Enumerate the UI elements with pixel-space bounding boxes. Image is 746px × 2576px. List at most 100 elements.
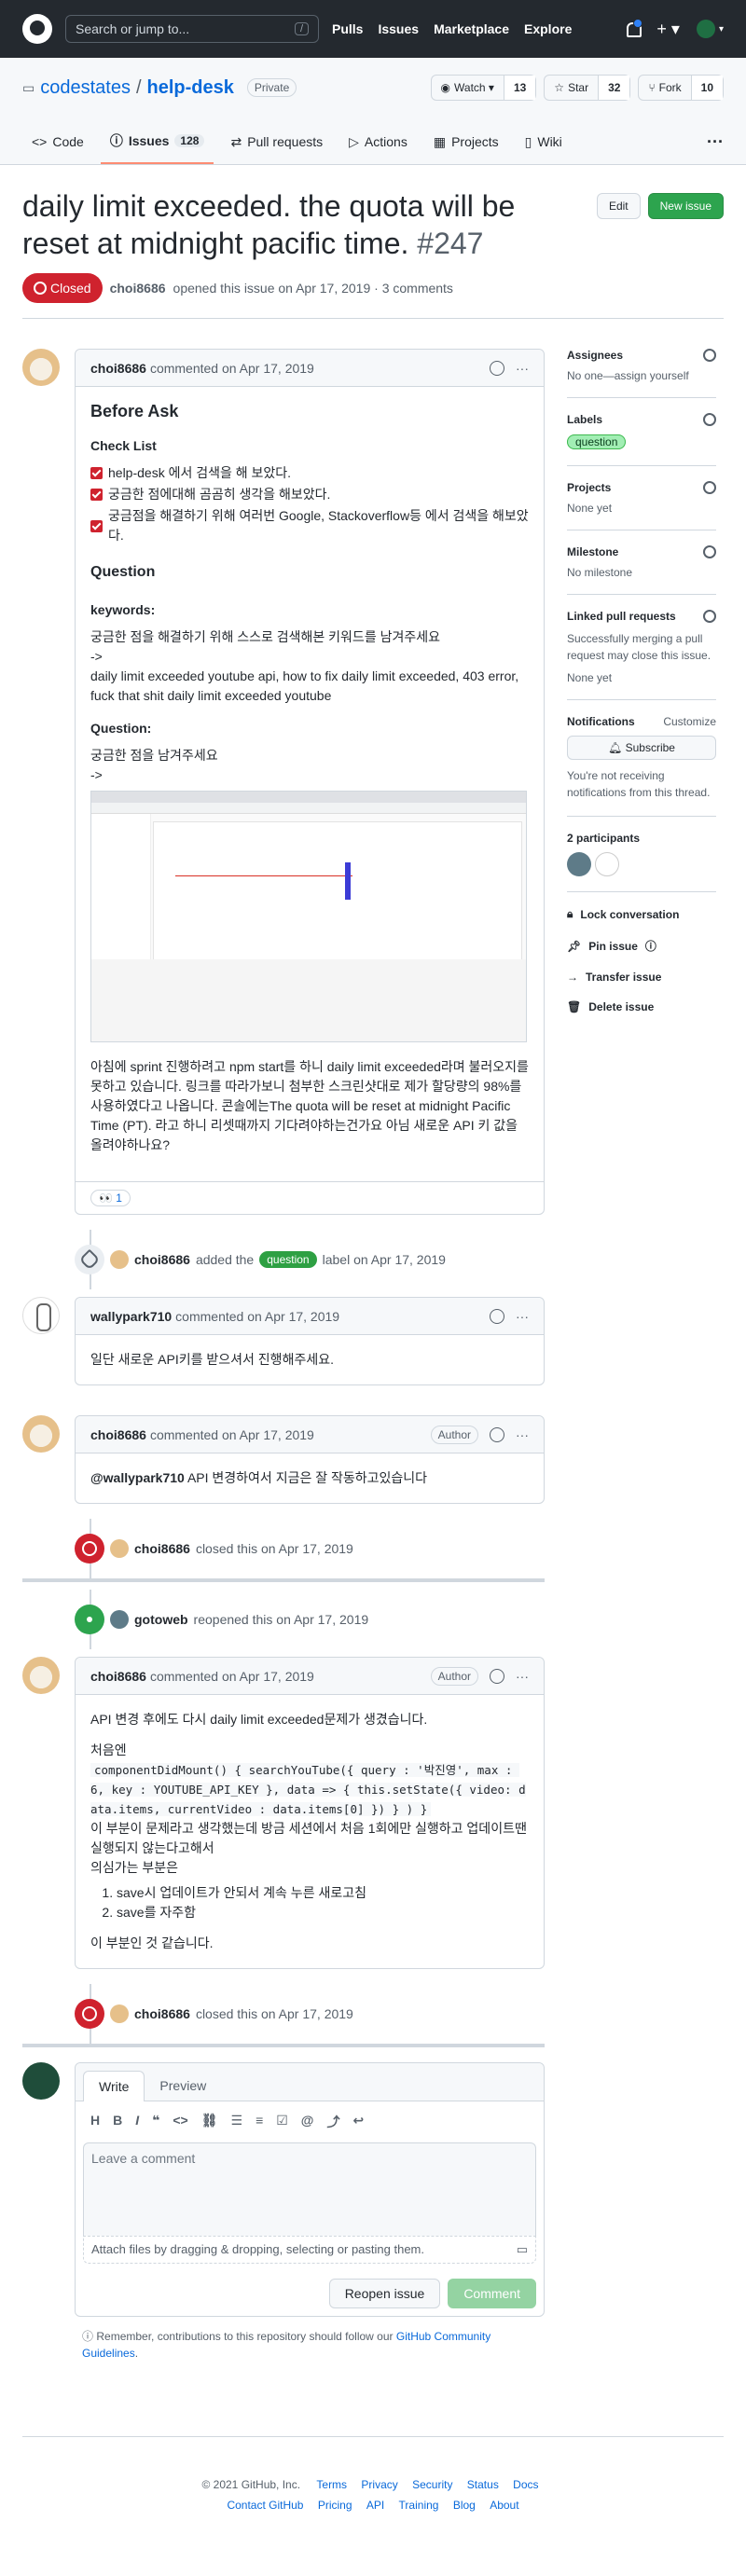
watch-button[interactable]: ◉ Watch ▾ 13 [430, 75, 537, 101]
github-logo-icon[interactable] [22, 14, 52, 44]
avatar[interactable] [22, 1657, 60, 1694]
heading-icon[interactable]: H [90, 2113, 100, 2131]
attach-files[interactable]: Attach files by dragging & dropping, sel… [83, 2236, 536, 2264]
footer-link-docs[interactable]: Docs [513, 2478, 538, 2491]
link-icon[interactable]: ⛓ [201, 2113, 218, 2131]
checkbox-checked-icon[interactable] [90, 467, 103, 479]
italic-icon[interactable]: I [135, 2113, 139, 2131]
event-author[interactable]: choi8686 [134, 1252, 190, 1267]
gear-icon[interactable] [703, 413, 716, 426]
tab-pull-requests[interactable]: ⇄ Pull requests [221, 119, 332, 164]
gear-icon[interactable] [703, 481, 716, 494]
comment-button[interactable]: Comment [448, 2279, 536, 2308]
reopen-issue-button[interactable]: Reopen issue [328, 2279, 441, 2308]
smiley-icon[interactable] [490, 360, 504, 376]
mention-icon[interactable]: @ [301, 2113, 314, 2131]
reply-icon[interactable]: ↩ [352, 2113, 364, 2131]
comment-textarea[interactable]: Leave a comment [83, 2142, 536, 2236]
kebab-menu-icon[interactable]: ··· [516, 361, 529, 376]
footer-link-security[interactable]: Security [412, 2478, 452, 2491]
gear-icon[interactable] [703, 610, 716, 623]
event-author[interactable]: choi8686 [134, 2006, 190, 2021]
label-question[interactable]: question [567, 434, 627, 449]
comment-meta[interactable]: commented on Apr 17, 2019 [150, 1427, 314, 1442]
avatar[interactable] [110, 1539, 129, 1558]
footer-link-pricing[interactable]: Pricing [318, 2499, 352, 2512]
repo-owner-link[interactable]: codestates [40, 77, 131, 99]
kebab-menu-icon[interactable]: ··· [516, 1309, 529, 1324]
avatar[interactable] [110, 1250, 129, 1269]
tab-issues[interactable]: ⓘ Issues 128 [100, 119, 214, 164]
footer-link-about[interactable]: About [490, 2499, 518, 2512]
unordered-list-icon[interactable]: ☰ [231, 2113, 243, 2131]
tab-projects[interactable]: ▦ Projects [424, 119, 508, 164]
avatar[interactable] [22, 1297, 60, 1334]
checkbox-checked-icon[interactable] [90, 489, 103, 501]
avatar[interactable] [22, 2062, 60, 2100]
star-count[interactable]: 32 [598, 76, 630, 100]
lock-conversation-link[interactable]: 🔒︎ Lock conversation [567, 907, 716, 921]
tab-code[interactable]: <> Code [22, 119, 93, 164]
nav-explore[interactable]: Explore [524, 21, 572, 36]
checkbox-checked-icon[interactable] [90, 519, 103, 532]
avatar[interactable] [595, 852, 619, 876]
repo-name-link[interactable]: help-desk [147, 77, 234, 99]
smiley-icon[interactable] [490, 1426, 504, 1442]
event-author[interactable]: gotoweb [134, 1612, 188, 1627]
comment-author[interactable]: choi8686 [90, 1427, 146, 1442]
quote-icon[interactable]: ❝ [152, 2113, 159, 2131]
delete-issue-link[interactable]: 🗑︎ Delete issue [567, 1000, 716, 1013]
pin-issue-link[interactable]: 📌︎ Pin issue ⓘ [567, 938, 716, 954]
kebab-menu-icon[interactable]: ··· [516, 1427, 529, 1442]
avatar[interactable] [567, 852, 591, 876]
edit-button[interactable]: Edit [596, 193, 641, 219]
notifications-bell-icon[interactable] [625, 19, 643, 37]
comment-meta[interactable]: commented on Apr 17, 2019 [175, 1309, 339, 1324]
smiley-icon[interactable] [490, 1308, 504, 1324]
footer-link-blog[interactable]: Blog [453, 2499, 476, 2512]
customize-link[interactable]: Customize [663, 715, 716, 728]
footer-link-status[interactable]: Status [467, 2478, 499, 2491]
avatar[interactable] [22, 349, 60, 386]
footer-link-privacy[interactable]: Privacy [361, 2478, 397, 2491]
more-tabs-kebab-icon[interactable]: ··· [707, 119, 724, 164]
nav-marketplace[interactable]: Marketplace [434, 21, 509, 36]
comment-meta[interactable]: commented on Apr 17, 2019 [150, 1669, 314, 1684]
comment-author[interactable]: choi8686 [90, 361, 146, 376]
star-button[interactable]: ☆ Star 32 [544, 75, 631, 101]
smiley-icon[interactable] [490, 1668, 504, 1684]
new-issue-button[interactable]: New issue [647, 193, 724, 219]
create-new-plus-icon[interactable]: + ▾ [656, 20, 680, 39]
task-list-icon[interactable]: ☑ [276, 2113, 288, 2131]
user-mention[interactable]: @wallypark710 [90, 1470, 185, 1485]
fork-button[interactable]: ⑂ Fork 10 [638, 75, 724, 101]
code-icon[interactable]: <> [173, 2113, 187, 2131]
label-question[interactable]: question [259, 1251, 317, 1268]
footer-link-training[interactable]: Training [399, 2499, 439, 2512]
transfer-issue-link[interactable]: → Transfer issue [567, 971, 716, 984]
user-menu[interactable]: ▾ [696, 20, 724, 38]
avatar[interactable] [110, 2004, 129, 2023]
tab-write[interactable]: Write [83, 2071, 145, 2101]
tab-wiki[interactable]: ▯ Wiki [516, 119, 572, 164]
bold-icon[interactable]: B [113, 2113, 122, 2131]
assignees-value[interactable]: No one—assign yourself [567, 369, 689, 382]
subscribe-button[interactable]: 🔔︎ Subscribe [567, 736, 716, 760]
footer-link-api[interactable]: API [366, 2499, 384, 2512]
event-author[interactable]: choi8686 [134, 1541, 190, 1556]
tab-actions[interactable]: ▷ Actions [339, 119, 417, 164]
comment-meta[interactable]: commented on Apr 17, 2019 [150, 361, 314, 376]
footer-link-contact[interactable]: Contact GitHub [227, 2499, 303, 2512]
cross-reference-icon[interactable]: ⤴ [326, 2113, 339, 2131]
ordered-list-icon[interactable]: ≡ [256, 2113, 263, 2131]
reaction-eyes[interactable]: 👀 1 [90, 1190, 131, 1206]
fork-count[interactable]: 10 [690, 76, 723, 100]
nav-issues[interactable]: Issues [378, 21, 419, 36]
gear-icon[interactable] [703, 545, 716, 558]
avatar[interactable] [110, 1610, 129, 1629]
attached-screenshot-image[interactable] [90, 791, 527, 1042]
nav-pulls[interactable]: Pulls [332, 21, 363, 36]
avatar[interactable] [22, 1415, 60, 1453]
comment-author[interactable]: wallypark710 [90, 1309, 172, 1324]
gear-icon[interactable] [703, 349, 716, 362]
